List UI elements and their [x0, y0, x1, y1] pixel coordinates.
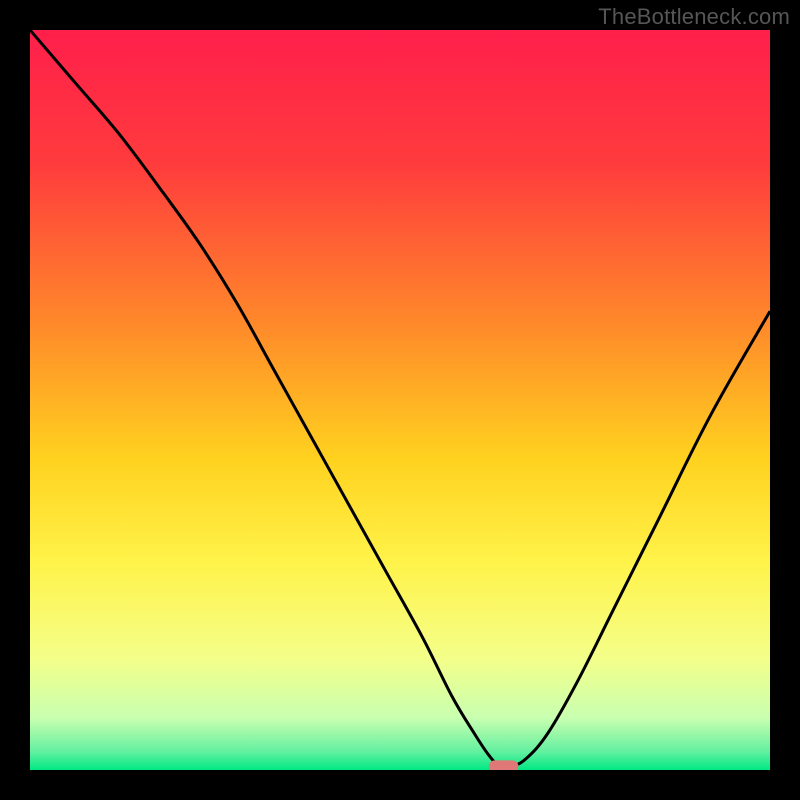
watermark-text: TheBottleneck.com: [598, 4, 790, 30]
gradient-background: [30, 30, 770, 770]
plot-area: [30, 30, 770, 770]
chart-frame: TheBottleneck.com: [0, 0, 800, 800]
optimal-marker: [489, 760, 519, 770]
chart-svg: [30, 30, 770, 770]
